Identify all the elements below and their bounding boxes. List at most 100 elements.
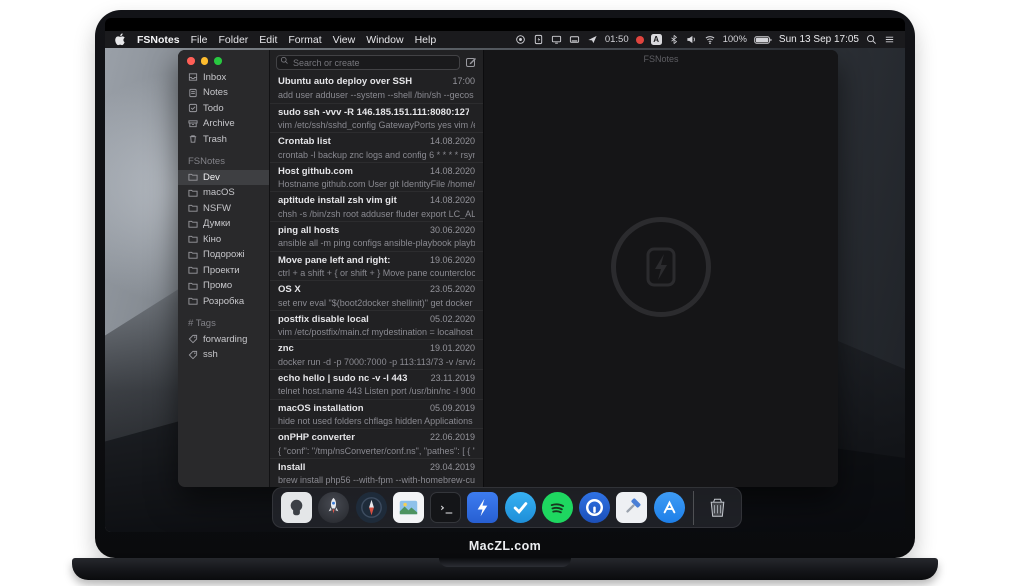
menubar-clock[interactable]: Sun 13 Sep 17:05	[779, 34, 859, 45]
note-date: 05.02.2020	[430, 314, 475, 324]
folder-icon	[188, 203, 198, 213]
sidebar-folder-nsfw[interactable]: NSFW	[178, 201, 269, 217]
fsnotes-window: Inbox Notes Todo Archive	[178, 50, 838, 487]
apple-menu-icon[interactable]	[115, 33, 126, 46]
paperplane-icon[interactable]	[587, 34, 598, 45]
note-title: sudo ssh -vvv -R 146.185.151.111:8080:12…	[278, 107, 469, 118]
sidebar-folder-podorozhi[interactable]: Подорожі	[178, 247, 269, 263]
sidebar-folder-dev[interactable]: Dev	[178, 170, 269, 186]
menu-folder[interactable]: Folder	[219, 34, 249, 46]
note-date: 14.08.2020	[430, 166, 475, 176]
search-icon	[280, 56, 289, 65]
sidebar-item-archive[interactable]: Archive	[178, 116, 269, 132]
list-item[interactable]: OS X23.05.2020set env eval "$(boot2docke…	[270, 280, 483, 310]
spotlight-search-icon[interactable]	[866, 34, 877, 45]
launchpad-icon[interactable]	[317, 491, 350, 525]
sidebar-tag-ssh[interactable]: ssh	[178, 347, 269, 363]
menu-window[interactable]: Window	[366, 34, 403, 46]
note-title: postfix disable local	[278, 314, 369, 325]
wifi-icon[interactable]	[704, 34, 716, 45]
sidebar-folder-proekty[interactable]: Проекти	[178, 263, 269, 279]
note-date: 05.09.2019	[430, 403, 475, 413]
bluetooth-icon[interactable]	[669, 34, 679, 45]
xcode-icon[interactable]	[615, 491, 648, 525]
list-item[interactable]: Move pane left and right:19.06.2020ctrl …	[270, 251, 483, 281]
sidebar-item-label: Todo	[203, 103, 224, 114]
sidebar-tag-forwarding[interactable]: forwarding	[178, 332, 269, 348]
keyboard-icon[interactable]	[569, 34, 580, 45]
notes-scroll-area[interactable]: Ubuntu auto deploy over SSH17:00add user…	[270, 73, 483, 487]
list-item[interactable]: Ubuntu auto deploy over SSH17:00add user…	[270, 73, 483, 103]
fsnotes-status-icon[interactable]	[533, 34, 544, 45]
appstore-icon[interactable]	[653, 491, 686, 525]
note-date: 30.06.2020	[430, 225, 475, 235]
sidebar-item-label: Trash	[203, 134, 227, 145]
search-input[interactable]	[276, 55, 460, 70]
list-item[interactable]: sudo ssh -vvv -R 146.185.151.111:8080:12…	[270, 103, 483, 133]
todo-icon	[188, 103, 198, 113]
note-preview: { "conf": "/tmp/nsConverter/conf.ns", "p…	[278, 446, 475, 456]
sidebar-item-label: Inbox	[203, 72, 226, 83]
close-button[interactable]	[187, 57, 195, 65]
list-item[interactable]: znc19.01.2020docker run -d -p 7000:7000 …	[270, 339, 483, 369]
terminal-icon[interactable]: ›_	[429, 491, 462, 525]
archive-icon	[188, 119, 198, 129]
stop-record-icon[interactable]	[636, 36, 644, 44]
compass-app-icon[interactable]	[355, 491, 388, 525]
sidebar-item-inbox[interactable]: Inbox	[178, 70, 269, 86]
sidebar-item-label: Notes	[203, 87, 228, 98]
sidebar-folder-dumky[interactable]: Думки	[178, 216, 269, 232]
check-app-icon[interactable]	[504, 491, 537, 525]
minimize-button[interactable]	[201, 57, 209, 65]
note-title: OS X	[278, 284, 301, 295]
zoom-button[interactable]	[214, 57, 222, 65]
screen: FSNotes File Folder Edit Format View Win…	[105, 18, 905, 532]
preview-icon[interactable]	[392, 491, 425, 525]
input-source-indicator[interactable]: A	[651, 34, 662, 45]
folder-icon	[188, 234, 198, 244]
list-item[interactable]: Host github.com14.08.2020Hostname github…	[270, 162, 483, 192]
editor-pane[interactable]: FSNotes	[484, 50, 838, 487]
list-item[interactable]: postfix disable local05.02.2020vim /etc/…	[270, 310, 483, 340]
battery-icon[interactable]	[754, 34, 772, 46]
volume-icon[interactable]	[686, 34, 697, 45]
trash-icon[interactable]	[701, 491, 734, 525]
note-title: Move pane left and right:	[278, 255, 390, 266]
fsnotes-logo-watermark	[611, 217, 711, 317]
note-date: 19.06.2020	[430, 255, 475, 265]
new-note-button[interactable]	[465, 56, 477, 68]
note-preview: telnet host.name 443 Listen port /usr/bi…	[278, 386, 475, 396]
menu-view[interactable]: View	[333, 34, 356, 46]
sidebar-item-todo[interactable]: Todo	[178, 101, 269, 117]
display-icon[interactable]	[551, 34, 562, 45]
note-preview: set env eval "$(boot2docker shellinit)" …	[278, 298, 475, 308]
menu-format[interactable]: Format	[288, 34, 321, 46]
list-item[interactable]: macOS installation05.09.2019hide not use…	[270, 399, 483, 429]
onepassword-icon[interactable]	[578, 491, 611, 525]
screen-recording-icon[interactable]	[515, 34, 526, 45]
list-item[interactable]: Install29.04.2019brew install php56 --wi…	[270, 458, 483, 487]
menu-help[interactable]: Help	[415, 34, 437, 46]
list-item[interactable]: echo hello | sudo nc -v -l 44323.11.2019…	[270, 369, 483, 399]
menu-file[interactable]: File	[191, 34, 208, 46]
note-title: Crontab list	[278, 136, 331, 147]
notification-center-icon[interactable]	[884, 34, 895, 45]
sidebar-folder-macos[interactable]: macOS	[178, 185, 269, 201]
menu-edit[interactable]: Edit	[259, 34, 277, 46]
spotify-icon[interactable]	[541, 491, 574, 525]
note-title: Install	[278, 462, 305, 473]
app-icon-hand[interactable]	[280, 491, 313, 525]
sidebar-item-notes[interactable]: Notes	[178, 85, 269, 101]
list-item[interactable]: aptitude install zsh vim git14.08.2020ch…	[270, 191, 483, 221]
sidebar-folder-rozrobka[interactable]: Розробка	[178, 294, 269, 310]
recording-time: 01:50	[605, 34, 629, 45]
note-title: aptitude install zsh vim git	[278, 195, 397, 206]
sidebar-item-trash[interactable]: Trash	[178, 132, 269, 148]
bolt-app-icon[interactable]	[466, 491, 499, 525]
menu-app-name[interactable]: FSNotes	[137, 34, 180, 46]
sidebar-folder-kino[interactable]: Кіно	[178, 232, 269, 248]
sidebar-folder-promo[interactable]: Промо	[178, 278, 269, 294]
list-item[interactable]: Crontab list14.08.2020crontab -l backup …	[270, 132, 483, 162]
list-item[interactable]: onPHP converter22.06.2019{ "conf": "/tmp…	[270, 428, 483, 458]
list-item[interactable]: ping all hosts30.06.2020ansible all -m p…	[270, 221, 483, 251]
